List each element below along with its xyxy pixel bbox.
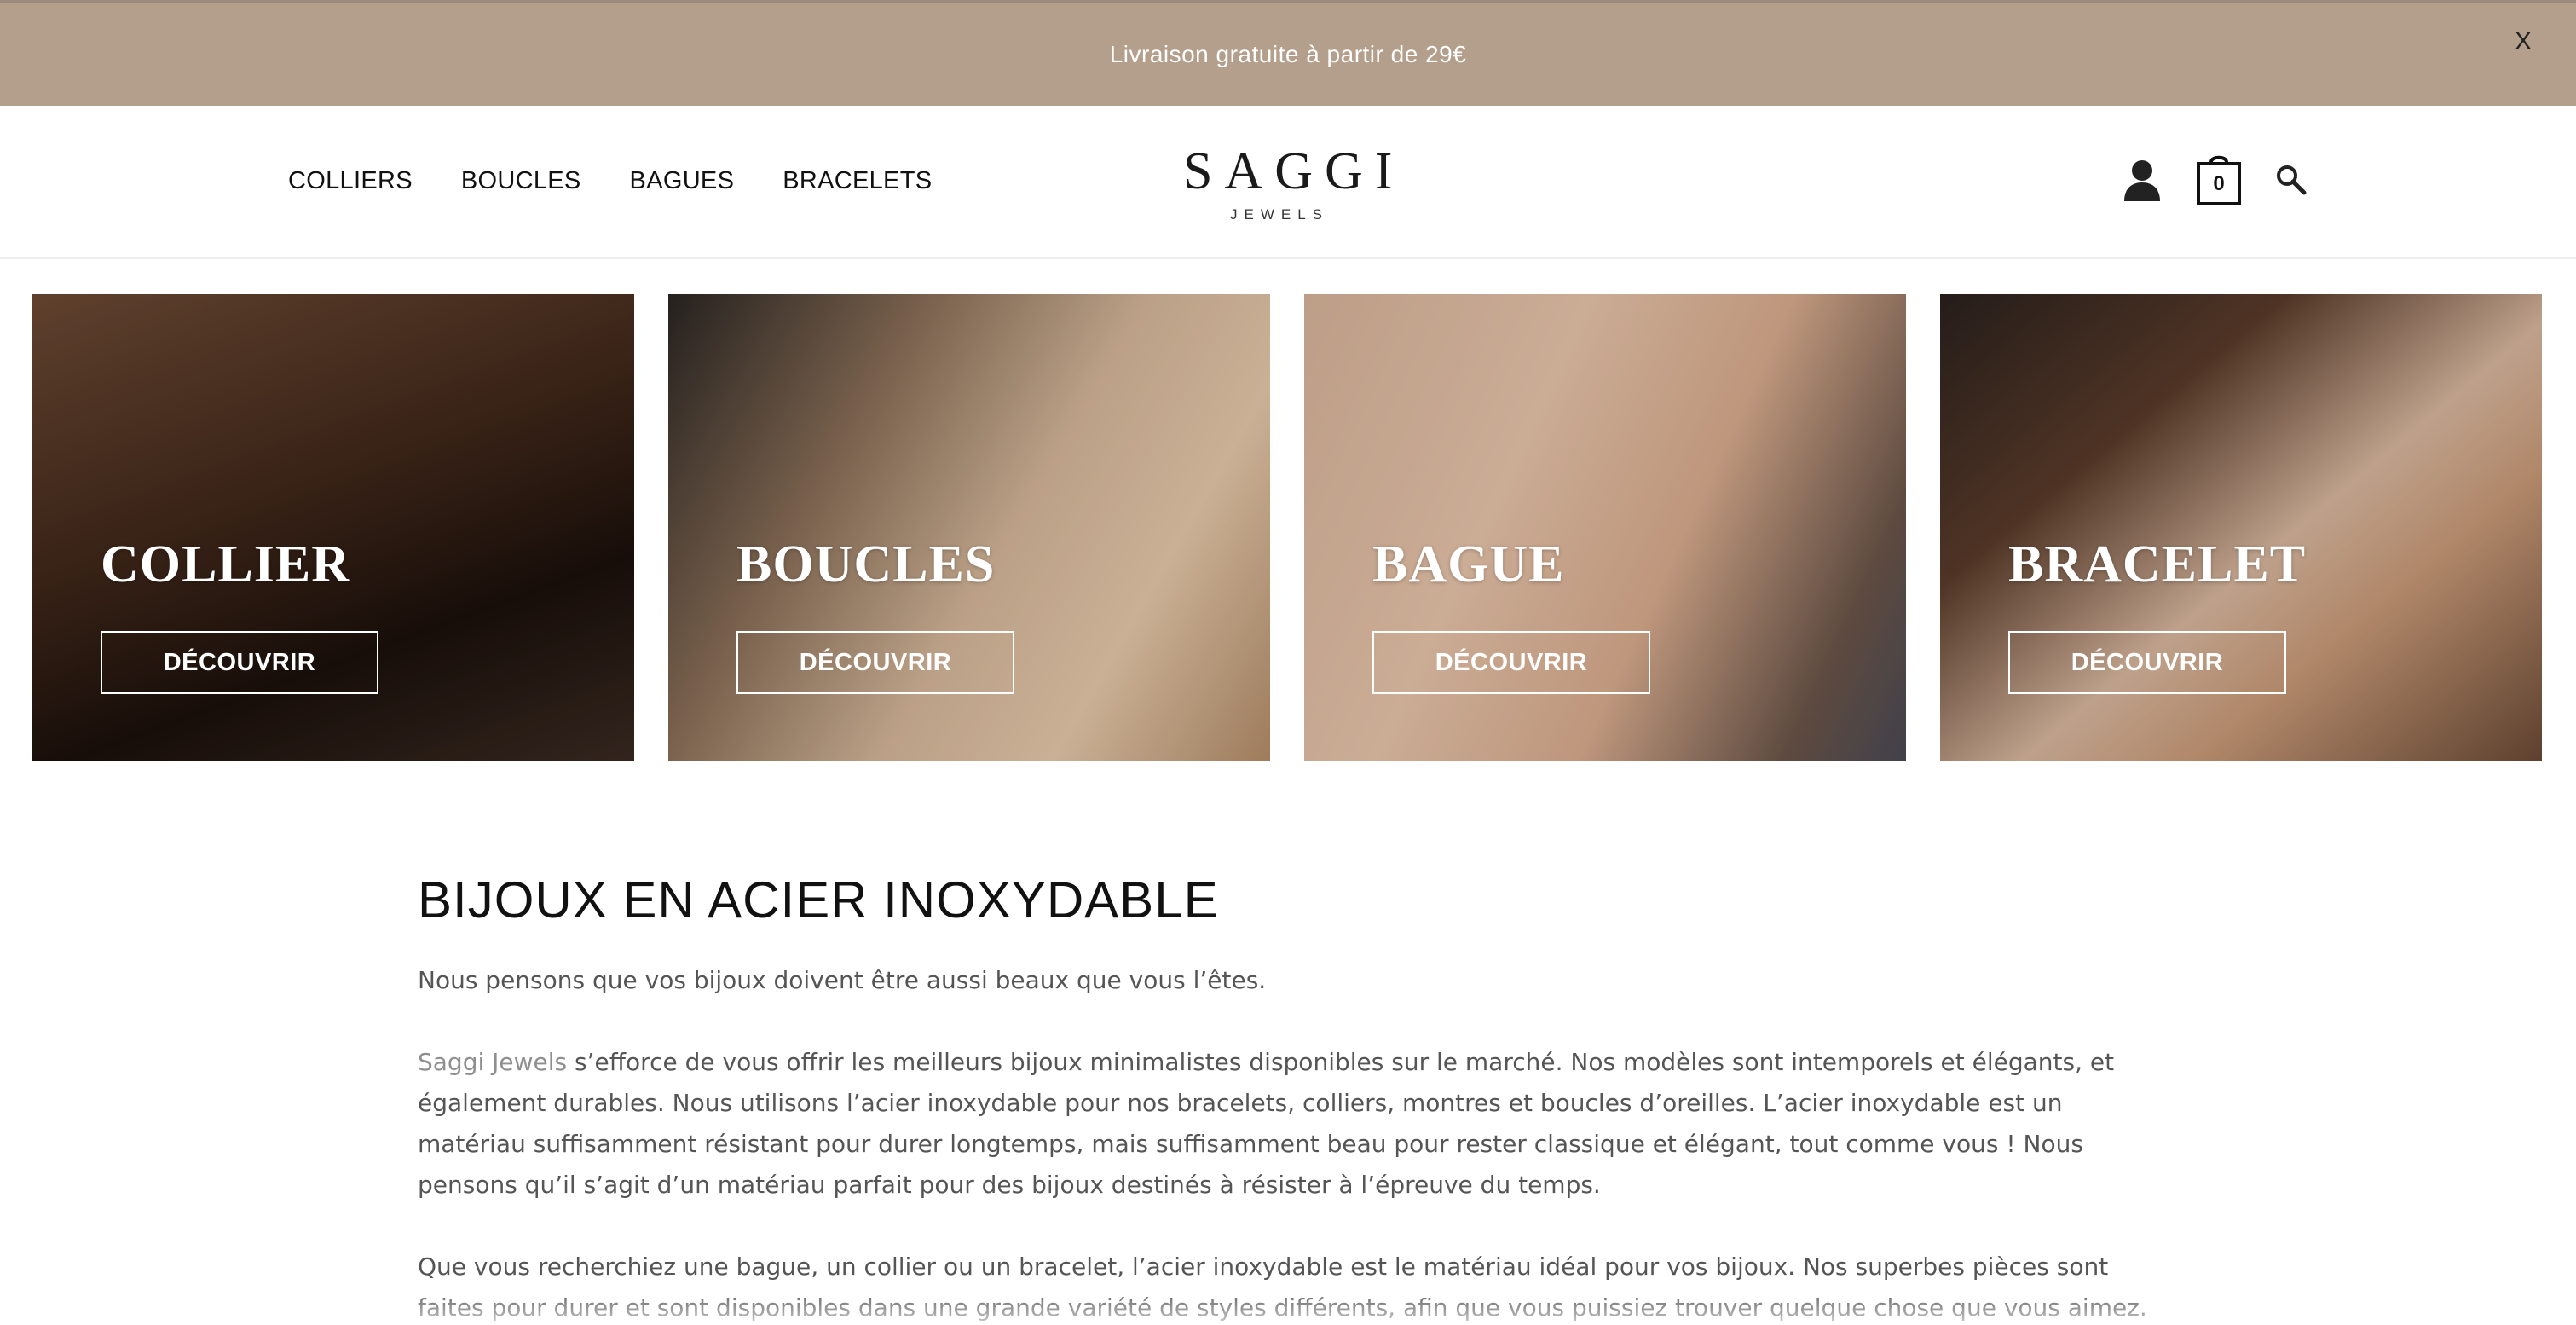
discover-button[interactable]: DÉCOUVRIR [101,631,378,694]
category-title: BOUCLES [736,535,996,593]
discover-button[interactable]: DÉCOUVRIR [736,631,1014,694]
nav-boucles[interactable]: BOUCLES [461,167,581,195]
logo[interactable]: SAGGI JEWELS [1171,142,1405,223]
logo-text: SAGGI [1183,142,1405,200]
intro-paragraph: Nous pensons que vos bijoux doivent être… [418,966,1267,994]
main-nav: COLLIERS BOUCLES BAGUES BRACELETS [288,167,980,195]
main-content: BIJOUX EN ACIER INOXYDABLE Nous pensons … [418,866,2165,1325]
category-title: BRACELET [2008,535,2307,593]
description-paragraph: Saggi Jewels s’efforce de vous offrir le… [418,1042,2165,1206]
close-icon[interactable]: X [2506,25,2540,59]
category-title: BAGUE [1372,535,1565,593]
discover-button[interactable]: DÉCOUVRIR [2008,631,2286,694]
logo-subtext: JEWELS [1229,206,1330,223]
brand-link[interactable]: Saggi Jewels [418,1048,567,1076]
description-text: s’efforce de vous offrir les meilleurs b… [418,1048,2115,1199]
promo-bar: Livraison gratuite à partir de 29€ X [0,0,2576,106]
search-icon[interactable] [2274,163,2308,197]
nav-bagues[interactable]: BAGUES [630,167,735,195]
header-icons: 0 [2123,153,2308,206]
cart-count: 0 [2213,172,2225,195]
category-card-bracelet[interactable]: BRACELET DÉCOUVRIR [1940,294,2542,761]
user-icon[interactable] [2123,159,2162,203]
discover-button[interactable]: DÉCOUVRIR [1372,631,1650,694]
category-grid: COLLIER DÉCOUVRIR BOUCLES DÉCOUVRIR BAGU… [32,294,2544,761]
scroll-fade [0,1287,2576,1325]
nav-colliers[interactable]: COLLIERS [288,167,413,195]
nav-bracelets[interactable]: BRACELETS [783,167,932,195]
site-header: COLLIERS BOUCLES BAGUES BRACELETS SAGGI … [0,106,2576,259]
category-card-boucles[interactable]: BOUCLES DÉCOUVRIR [668,294,1270,761]
category-title: COLLIER [101,535,350,593]
category-card-bague[interactable]: BAGUE DÉCOUVRIR [1304,294,1906,761]
category-card-collier[interactable]: COLLIER DÉCOUVRIR [32,294,634,761]
promo-text: Livraison gratuite à partir de 29€ [1109,40,1467,67]
page-title: BIJOUX EN ACIER INOXYDABLE [418,871,1219,929]
cart-button[interactable]: 0 [2196,153,2242,206]
